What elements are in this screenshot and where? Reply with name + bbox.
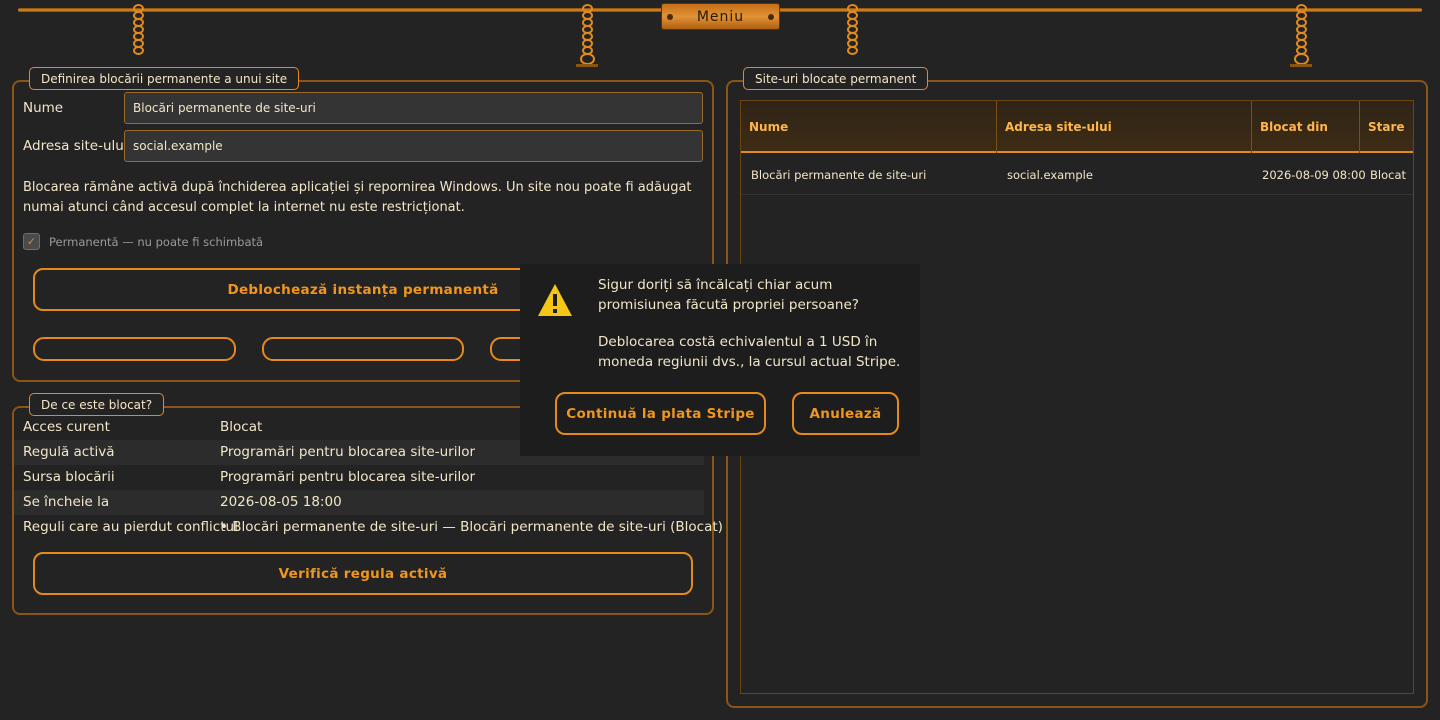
- bolt-icon: [768, 14, 774, 20]
- info-value: Programări pentru blocarea site-urilor: [220, 444, 476, 460]
- column-header-blocked-since[interactable]: Blocat din: [1252, 101, 1360, 153]
- define-block-legend: Definirea blocării permanente a unui sit…: [29, 67, 300, 90]
- confirm-unlock-dialog: Sigur doriți să încălcați chiar acum pro…: [520, 264, 920, 456]
- column-header-name[interactable]: Nume: [741, 101, 997, 153]
- info-row: Reguli care au pierdut conflictul • Bloc…: [14, 515, 723, 540]
- column-header-address[interactable]: Adresa site-ului: [997, 101, 1252, 153]
- cell-status: Blocat: [1370, 168, 1406, 182]
- info-value: Programări pentru blocarea site-urilor: [220, 469, 476, 485]
- warning-icon: [538, 284, 572, 316]
- chain-decoration: [576, 4, 598, 67]
- menu-button-label: Meniu: [696, 8, 745, 25]
- info-value: 2026-08-05 18:00: [220, 494, 342, 510]
- why-blocked-legend: De ce este blocat?: [29, 393, 165, 416]
- unlock-permanent-button-label: Deblochează instanța permanentă: [227, 281, 499, 298]
- dialog-cost-text: Deblocarea costă echivalentul a 1 USD în…: [598, 334, 901, 370]
- info-key: Reguli care au pierdut conflictul: [23, 519, 238, 535]
- chain-decoration: [845, 4, 859, 55]
- info-value: Blocat: [220, 419, 263, 435]
- table-header: Nume Adresa site-ului Blocat din Stare: [741, 101, 1413, 153]
- chain-decoration: [131, 4, 145, 55]
- address-label: Adresa site-ului: [23, 138, 128, 154]
- info-key: Acces curent: [23, 419, 110, 435]
- menu-button[interactable]: Meniu: [661, 3, 780, 30]
- table-row[interactable]: Blocări permanente de site-uri social.ex…: [741, 155, 1413, 195]
- check-active-rule-button-label: Verifică regula activă: [278, 565, 448, 582]
- checkmark-icon: ✓: [26, 235, 37, 248]
- info-row: Se încheie la 2026-08-05 18:00: [14, 490, 704, 515]
- info-key: Sursa blocării: [23, 469, 115, 485]
- column-header-status[interactable]: Stare: [1360, 101, 1413, 153]
- info-key: Se încheie la: [23, 494, 110, 510]
- permanent-checkbox-label: Permanentă — nu poate fi schimbată: [49, 235, 264, 249]
- name-label: Nume: [23, 100, 64, 116]
- chain-decoration: [1290, 4, 1312, 67]
- action-button-1[interactable]: [33, 337, 236, 361]
- cell-name: Blocări permanente de site-uri: [751, 168, 927, 182]
- cancel-button[interactable]: Anulează: [792, 392, 899, 435]
- info-row: Sursa blocării Programări pentru blocare…: [14, 465, 704, 490]
- name-input[interactable]: Blocări permanente de site-uri: [124, 92, 703, 124]
- cell-blocked-since: 2026-08-09 08:00: [1262, 168, 1366, 182]
- cell-address: social.example: [1007, 168, 1093, 182]
- permanent-checkbox[interactable]: ✓: [23, 233, 40, 250]
- continue-stripe-button-label: Continuă la plata Stripe: [566, 405, 755, 422]
- action-button-2[interactable]: [262, 337, 464, 361]
- dialog-question: Sigur doriți să încălcați chiar acum pro…: [598, 277, 859, 313]
- bolt-icon: [667, 14, 673, 20]
- info-value: • Blocări permanente de site-uri — Blocă…: [220, 519, 723, 535]
- continue-stripe-button[interactable]: Continuă la plata Stripe: [555, 392, 766, 435]
- address-input[interactable]: social.example: [124, 130, 703, 162]
- info-key: Regulă activă: [23, 444, 115, 460]
- blocked-sites-legend: Site-uri blocate permanent: [743, 67, 929, 90]
- check-active-rule-button[interactable]: Verifică regula activă: [33, 552, 693, 595]
- cancel-button-label: Anulează: [809, 405, 882, 422]
- block-description: Blocarea rămâne activă după închiderea a…: [23, 180, 692, 215]
